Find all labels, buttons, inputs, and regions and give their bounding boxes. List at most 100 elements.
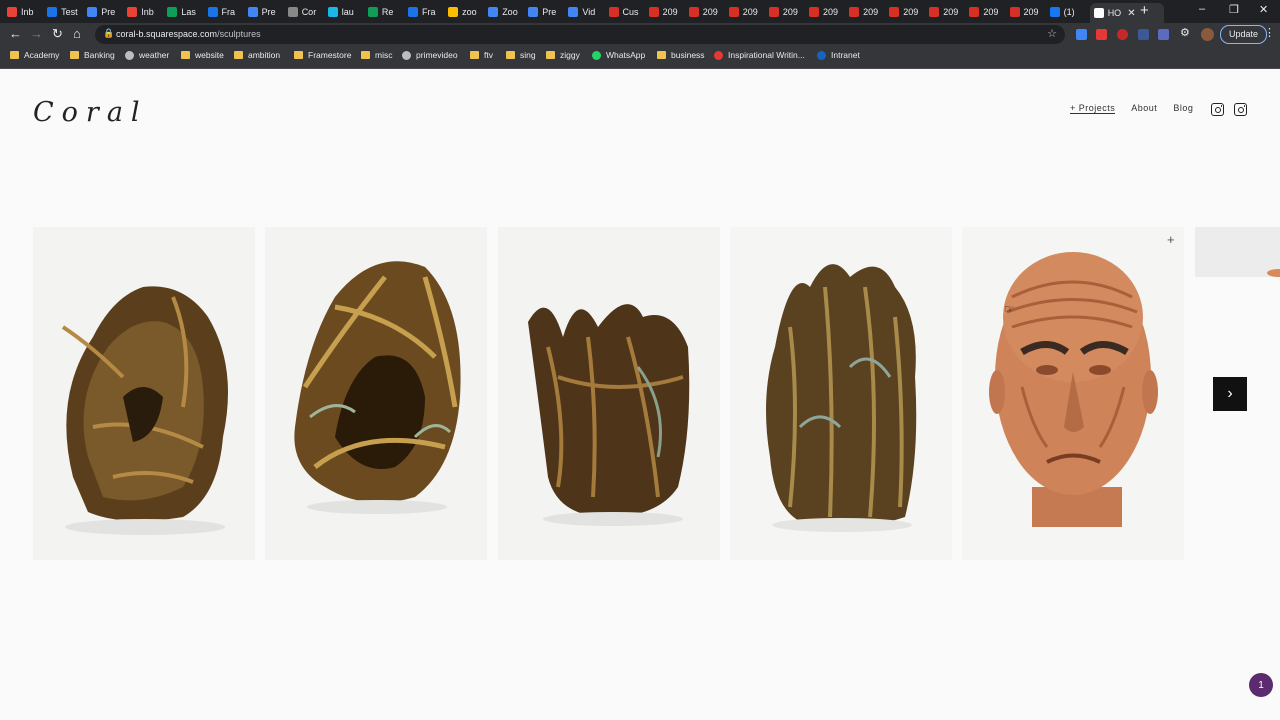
- gallery-image[interactable]: [33, 227, 255, 560]
- facebook-extension-icon[interactable]: [1138, 29, 1149, 40]
- home-button[interactable]: ⌂: [73, 26, 81, 41]
- bookmark-item[interactable]: ziggy: [546, 50, 580, 60]
- browser-tab[interactable]: Test: [47, 2, 83, 21]
- bookmark-item[interactable]: primevideo: [402, 50, 458, 60]
- browser-tab[interactable]: 209: [849, 2, 885, 21]
- browser-tab[interactable]: Fra: [207, 2, 244, 21]
- tab-label: 209: [662, 6, 678, 17]
- browser-tab[interactable]: 209: [1009, 2, 1046, 21]
- close-tab-icon[interactable]: ✕: [1127, 8, 1135, 19]
- extension-icon[interactable]: [1076, 29, 1087, 40]
- warning-icon: [768, 6, 779, 17]
- sculpture-image: [498, 227, 720, 560]
- expand-plus-icon[interactable]: +: [1167, 232, 1175, 247]
- browser-tab[interactable]: 209: [929, 2, 965, 21]
- browser-tab[interactable]: Inb: [127, 2, 163, 21]
- more-menu-icon[interactable]: ⋮: [1264, 26, 1275, 39]
- profile-avatar[interactable]: [1201, 28, 1214, 41]
- bookmark-item[interactable]: Academy: [10, 50, 59, 60]
- browser-tab[interactable]: Cor: [287, 2, 324, 21]
- nav-projects-link[interactable]: + Projects: [1070, 103, 1116, 114]
- browser-tab[interactable]: Pre: [528, 2, 564, 21]
- pdf-extension-icon[interactable]: [1096, 29, 1107, 40]
- hand-cursor-icon: ☞: [1004, 302, 1015, 316]
- url-path: /sculptures: [217, 29, 261, 39]
- browser-tab[interactable]: Fra: [408, 2, 444, 21]
- bookmark-item[interactable]: ambition: [234, 50, 280, 60]
- folder-icon: [294, 51, 303, 59]
- nav-about-link[interactable]: About: [1131, 103, 1157, 114]
- bookmark-item[interactable]: Framestore: [294, 50, 351, 60]
- browser-tab[interactable]: Pre: [87, 2, 123, 21]
- browser-tab[interactable]: 209: [728, 2, 765, 21]
- new-tab-button[interactable]: +: [1140, 2, 1149, 19]
- bookmark-item[interactable]: business: [657, 50, 705, 60]
- minimize-icon[interactable]: –: [1199, 3, 1205, 15]
- restore-icon[interactable]: ❐: [1229, 3, 1239, 16]
- bookmark-label: business: [671, 50, 705, 60]
- update-button[interactable]: Update: [1220, 25, 1268, 44]
- bookmark-star-icon[interactable]: ☆: [1047, 27, 1057, 40]
- notification-badge[interactable]: 1: [1249, 673, 1273, 697]
- bookmark-item[interactable]: sing: [506, 50, 536, 60]
- extension-icon[interactable]: [1117, 29, 1128, 40]
- gmail-icon: [7, 6, 17, 17]
- tab-label: Inb: [21, 6, 34, 17]
- reload-button[interactable]: ↻: [52, 26, 63, 42]
- browser-tab[interactable]: Cus: [608, 2, 645, 21]
- sculpture-image: [730, 227, 952, 560]
- bookmark-item[interactable]: website: [181, 50, 224, 60]
- bookmark-item[interactable]: weather: [125, 50, 169, 60]
- browser-tab[interactable]: 209: [889, 2, 925, 21]
- browser-tab[interactable]: 209: [648, 2, 685, 21]
- gallery-next-button[interactable]: ›: [1213, 377, 1247, 411]
- puzzle-icon[interactable]: ⚙: [1180, 26, 1191, 39]
- nav-blog-link[interactable]: Blog: [1173, 103, 1193, 114]
- new-extension-icon[interactable]: [1158, 29, 1169, 40]
- gallery-image[interactable]: [498, 227, 720, 560]
- tab-label: Pre: [101, 6, 116, 17]
- instagram-icon[interactable]: [1234, 103, 1247, 116]
- bookmark-link-icon: [125, 50, 134, 60]
- gallery-image[interactable]: [730, 227, 952, 560]
- browser-tab[interactable]: HO ✕: [1089, 3, 1164, 23]
- folder-icon: [181, 51, 190, 59]
- browser-tab[interactable]: Re: [367, 2, 404, 21]
- browser-tab[interactable]: lau: [327, 2, 364, 21]
- browser-tab[interactable]: Pre: [247, 2, 284, 21]
- gallery-image[interactable]: [962, 227, 1184, 560]
- browser-tab[interactable]: zoo: [448, 2, 484, 21]
- browser-tab[interactable]: Inb: [7, 2, 43, 21]
- bookmark-item[interactable]: Banking: [70, 50, 115, 60]
- tab-label: lau: [341, 6, 354, 17]
- warning-icon: [728, 6, 739, 17]
- folder-icon: [361, 51, 370, 59]
- back-button[interactable]: ←: [9, 26, 22, 41]
- browser-tab[interactable]: 209: [688, 2, 725, 21]
- close-window-icon[interactable]: ✕: [1259, 3, 1268, 16]
- bookmark-item[interactable]: ftv: [470, 50, 493, 60]
- instagram-icon[interactable]: [1211, 103, 1224, 116]
- browser-tab[interactable]: Las: [167, 2, 203, 21]
- docs-icon: [488, 6, 499, 17]
- tab-label: Las: [181, 6, 196, 17]
- browser-tab[interactable]: 209: [768, 2, 805, 21]
- folder-icon: [506, 51, 515, 59]
- bookmark-item[interactable]: WhatsApp: [592, 50, 645, 60]
- bookmark-label: misc: [375, 50, 393, 60]
- browser-tab[interactable]: 209: [809, 2, 845, 21]
- address-bar[interactable]: 🔒 coral-b.squarespace.com/sculptures ☆: [95, 25, 1065, 44]
- forward-button[interactable]: →: [30, 26, 43, 41]
- bookmark-item[interactable]: misc: [361, 50, 392, 60]
- browser-tab[interactable]: 209: [969, 2, 1005, 21]
- gallery-image[interactable]: [265, 227, 487, 560]
- bookmark-item[interactable]: Intranet: [817, 50, 860, 60]
- gallery-image-partial[interactable]: [1195, 227, 1280, 277]
- browser-tab[interactable]: Vid: [568, 2, 604, 21]
- browser-tab[interactable]: Zoo: [488, 2, 524, 21]
- site-logo[interactable]: Coral: [33, 97, 148, 128]
- tab-label: 209: [943, 6, 959, 17]
- bookmark-item[interactable]: Inspirational Writin...: [714, 50, 805, 60]
- bookmark-label: sing: [520, 50, 536, 60]
- browser-tab[interactable]: (1): [1049, 2, 1086, 21]
